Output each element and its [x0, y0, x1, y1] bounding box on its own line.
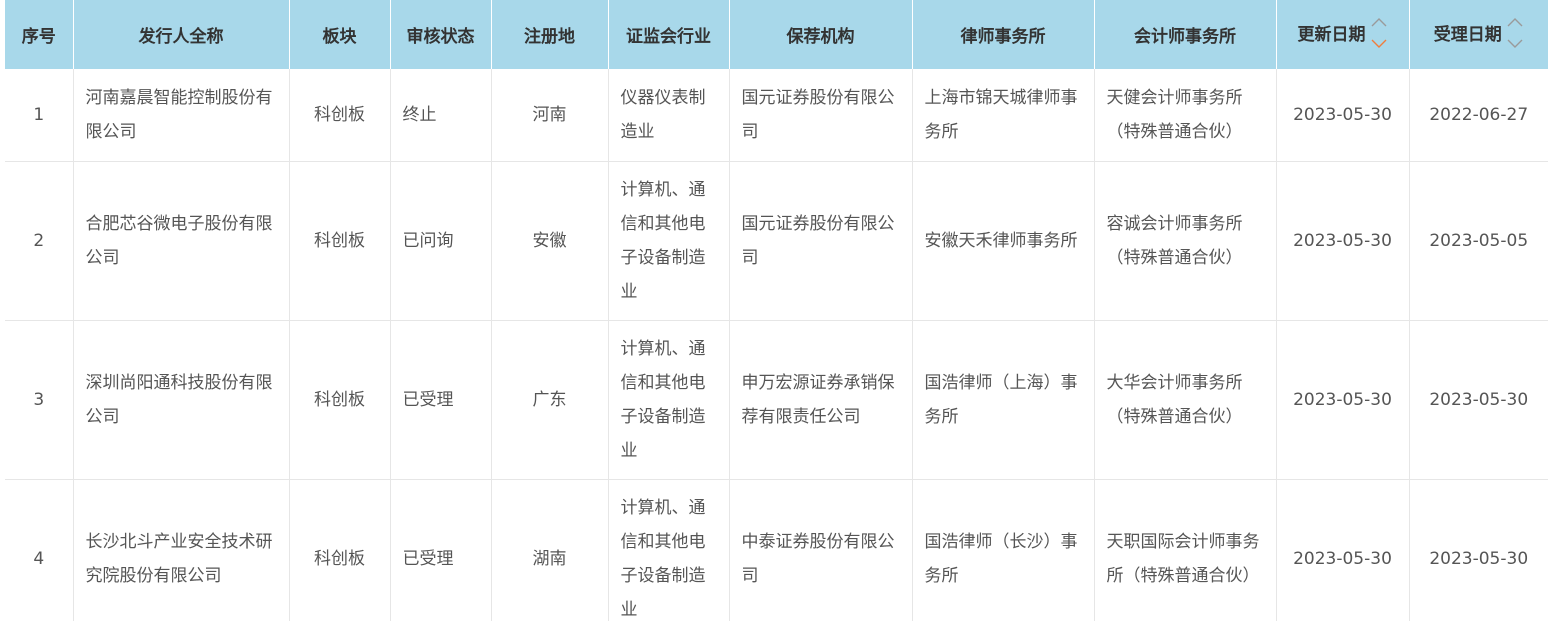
cell-region: 广东: [491, 320, 609, 480]
cell-accounting-firm: 天职国际会计师事务所（特殊普通合伙）: [1094, 479, 1277, 621]
header-industry: 证监会行业: [608, 0, 730, 69]
cell-region: 安徽: [491, 161, 609, 321]
header-issuer: 发行人全称: [73, 0, 290, 69]
cell-law-firm: 国浩律师（上海）事务所: [912, 320, 1095, 480]
sort-updated-date[interactable]: [1370, 13, 1388, 53]
table-row[interactable]: 4 长沙北斗产业安全技术研究院股份有限公司 科创板 已受理 湖南 计算机、通信和…: [5, 479, 1548, 621]
cell-updated-date: 2023-05-30: [1276, 69, 1410, 162]
cell-updated-date: 2023-05-30: [1276, 479, 1410, 621]
cell-accounting-firm: 大华会计师事务所（特殊普通合伙）: [1094, 320, 1277, 480]
cell-issuer[interactable]: 河南嘉晨智能控制股份有限公司: [73, 69, 290, 162]
sort-desc-icon[interactable]: [1507, 39, 1523, 48]
cell-board: 科创板: [289, 69, 391, 162]
sort-asc-icon[interactable]: [1371, 17, 1386, 26]
header-index: 序号: [5, 0, 74, 69]
header-board: 板块: [289, 0, 391, 69]
cell-sponsor: 国元证券股份有限公司: [729, 161, 913, 321]
header-accepted-date-label: 受理日期: [1433, 24, 1502, 45]
cell-region: 湖南: [491, 479, 609, 621]
cell-accepted-date: 2022-06-27: [1409, 69, 1548, 162]
cell-issuer[interactable]: 深圳尚阳通科技股份有限公司: [73, 320, 290, 480]
cell-issuer[interactable]: 长沙北斗产业安全技术研究院股份有限公司: [73, 479, 290, 621]
cell-law-firm: 安徽天禾律师事务所: [912, 161, 1095, 321]
cell-issuer[interactable]: 合肥芯谷微电子股份有限公司: [73, 161, 290, 321]
cell-updated-date: 2023-05-30: [1276, 161, 1410, 321]
cell-status: 已受理: [390, 320, 492, 480]
sort-desc-icon[interactable]: [1371, 39, 1386, 48]
cell-accepted-date: 2023-05-30: [1409, 479, 1548, 621]
sort-asc-icon[interactable]: [1507, 17, 1523, 26]
header-updated-date-label: 更新日期: [1297, 24, 1366, 45]
table-row[interactable]: 3 深圳尚阳通科技股份有限公司 科创板 已受理 广东 计算机、通信和其他电子设备…: [5, 320, 1548, 480]
cell-index: 4: [5, 479, 74, 621]
cell-industry: 仪器仪表制造业: [608, 69, 730, 162]
header-accepted-date[interactable]: 受理日期: [1409, 0, 1548, 69]
header-law-firm: 律师事务所: [912, 0, 1095, 69]
cell-law-firm: 国浩律师（长沙）事务所: [912, 479, 1095, 621]
cell-accepted-date: 2023-05-30: [1409, 320, 1548, 480]
cell-industry: 计算机、通信和其他电子设备制造业: [608, 479, 730, 621]
cell-index: 2: [5, 161, 74, 321]
cell-accepted-date: 2023-05-05: [1409, 161, 1548, 321]
cell-status: 终止: [390, 69, 492, 162]
cell-status: 已受理: [390, 479, 492, 621]
sort-accepted-date[interactable]: [1506, 13, 1524, 53]
cell-updated-date: 2023-05-30: [1276, 320, 1410, 480]
cell-index: 1: [5, 69, 74, 162]
cell-sponsor: 申万宏源证券承销保荐有限责任公司: [729, 320, 913, 480]
table-row[interactable]: 1 河南嘉晨智能控制股份有限公司 科创板 终止 河南 仪器仪表制造业 国元证券股…: [5, 69, 1548, 162]
header-status: 审核状态: [390, 0, 492, 69]
cell-index: 3: [5, 320, 74, 480]
cell-industry: 计算机、通信和其他电子设备制造业: [608, 320, 730, 480]
cell-sponsor: 国元证券股份有限公司: [729, 69, 913, 162]
cell-board: 科创板: [289, 161, 391, 321]
header-accounting-firm: 会计师事务所: [1094, 0, 1277, 69]
cell-law-firm: 上海市锦天城律师事务所: [912, 69, 1095, 162]
cell-industry: 计算机、通信和其他电子设备制造业: [608, 161, 730, 321]
header-sponsor: 保荐机构: [729, 0, 913, 69]
ipo-table-container: 序号 发行人全称 板块 审核状态 注册地 证监会行业 保荐机构 律师事务所 会计…: [0, 0, 1550, 621]
header-updated-date[interactable]: 更新日期: [1276, 0, 1410, 69]
table-header-row: 序号 发行人全称 板块 审核状态 注册地 证监会行业 保荐机构 律师事务所 会计…: [5, 0, 1548, 69]
header-region: 注册地: [491, 0, 609, 69]
cell-board: 科创板: [289, 320, 391, 480]
cell-board: 科创板: [289, 479, 391, 621]
cell-status: 已问询: [390, 161, 492, 321]
cell-region: 河南: [491, 69, 609, 162]
cell-accounting-firm: 容诚会计师事务所（特殊普通合伙）: [1094, 161, 1277, 321]
table-row[interactable]: 2 合肥芯谷微电子股份有限公司 科创板 已问询 安徽 计算机、通信和其他电子设备…: [5, 161, 1548, 321]
ipo-review-table: 序号 发行人全称 板块 审核状态 注册地 证监会行业 保荐机构 律师事务所 会计…: [5, 0, 1548, 621]
cell-sponsor: 中泰证券股份有限公司: [729, 479, 913, 621]
cell-accounting-firm: 天健会计师事务所（特殊普通合伙）: [1094, 69, 1277, 162]
